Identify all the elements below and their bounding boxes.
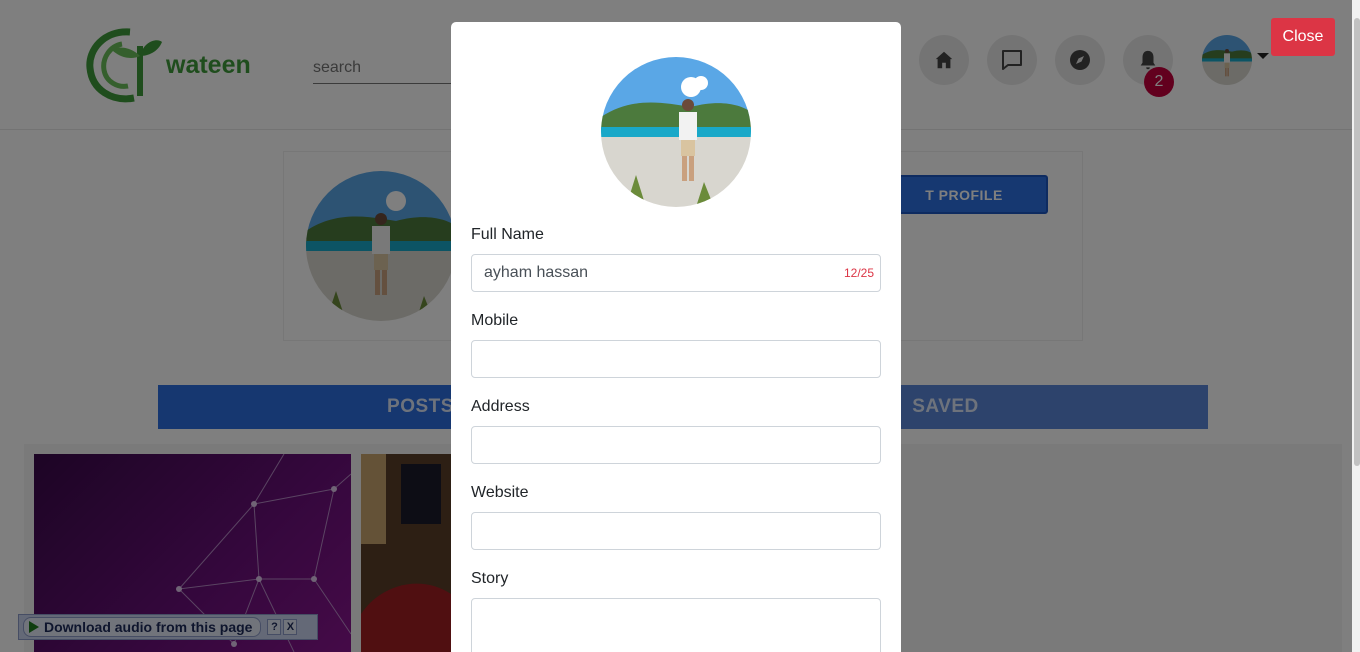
close-button[interactable]: Close [1271,18,1335,56]
story-label: Story [471,570,509,587]
full-name-input[interactable]: ayham hassan 12/25 [471,254,881,292]
mobile-label: Mobile [471,312,519,329]
full-name-value: ayham hassan [484,264,589,281]
profile-photo [601,57,751,207]
scrollbar-thumb[interactable] [1354,18,1360,466]
address-input[interactable] [471,426,881,464]
address-label: Address [471,398,530,415]
full-name-label: Full Name [471,226,544,243]
character-counter: 12/25 [843,266,874,280]
modal-profile-avatar[interactable] [601,57,751,207]
mobile-input[interactable] [471,340,881,378]
story-textarea[interactable] [471,598,881,652]
website-label: Website [471,484,529,501]
website-input[interactable] [471,512,881,550]
edit-profile-modal: Full Name ayham hassan 12/25 Mobile Addr… [451,22,901,652]
